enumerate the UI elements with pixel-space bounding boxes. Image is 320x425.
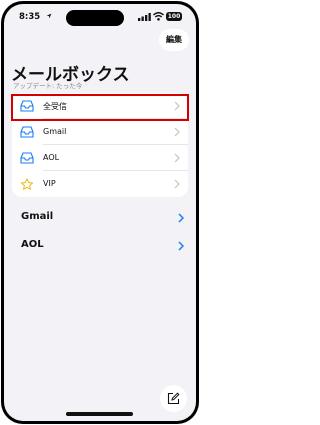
mailbox-item-vip[interactable]: VIP <box>12 171 188 197</box>
mailbox-item-aol[interactable]: AOL <box>12 145 188 171</box>
location-icon <box>46 13 52 19</box>
chevron-right-icon <box>174 153 180 163</box>
wifi-icon <box>153 12 164 21</box>
mailbox-label: VIP <box>43 179 56 188</box>
phone-frame: 8:35 100 編集 メールボックス アップデート: たった今 全受信 Gma… <box>1 1 199 424</box>
signal-icon <box>138 13 151 21</box>
compose-button[interactable] <box>160 385 187 412</box>
screen: 8:35 100 編集 メールボックス アップデート: たった今 全受信 Gma… <box>4 4 196 421</box>
account-label: AOL <box>21 239 44 250</box>
highlight-box <box>11 94 189 121</box>
edit-button[interactable]: 編集 <box>159 29 189 51</box>
inbox-icon <box>20 152 34 164</box>
compose-icon <box>167 392 180 405</box>
battery-indicator: 100 <box>166 12 182 21</box>
mailbox-label: Gmail <box>43 127 67 136</box>
mailbox-item-gmail[interactable]: Gmail <box>12 119 188 145</box>
account-section-gmail[interactable]: Gmail <box>21 209 189 227</box>
chevron-right-icon <box>178 241 184 251</box>
chevron-right-icon <box>174 127 180 137</box>
chevron-right-icon <box>178 213 184 223</box>
mailbox-label: AOL <box>43 153 60 162</box>
inbox-icon <box>20 126 34 138</box>
star-icon <box>21 178 33 190</box>
account-section-aol[interactable]: AOL <box>21 237 189 255</box>
status-time: 8:35 <box>19 12 41 22</box>
chevron-right-icon <box>174 179 180 189</box>
home-indicator[interactable] <box>66 412 133 416</box>
dynamic-island <box>66 10 124 26</box>
status-bar: 8:35 100 <box>4 4 196 30</box>
account-label: Gmail <box>21 211 54 222</box>
update-status: アップデート: たった今 <box>13 82 83 90</box>
